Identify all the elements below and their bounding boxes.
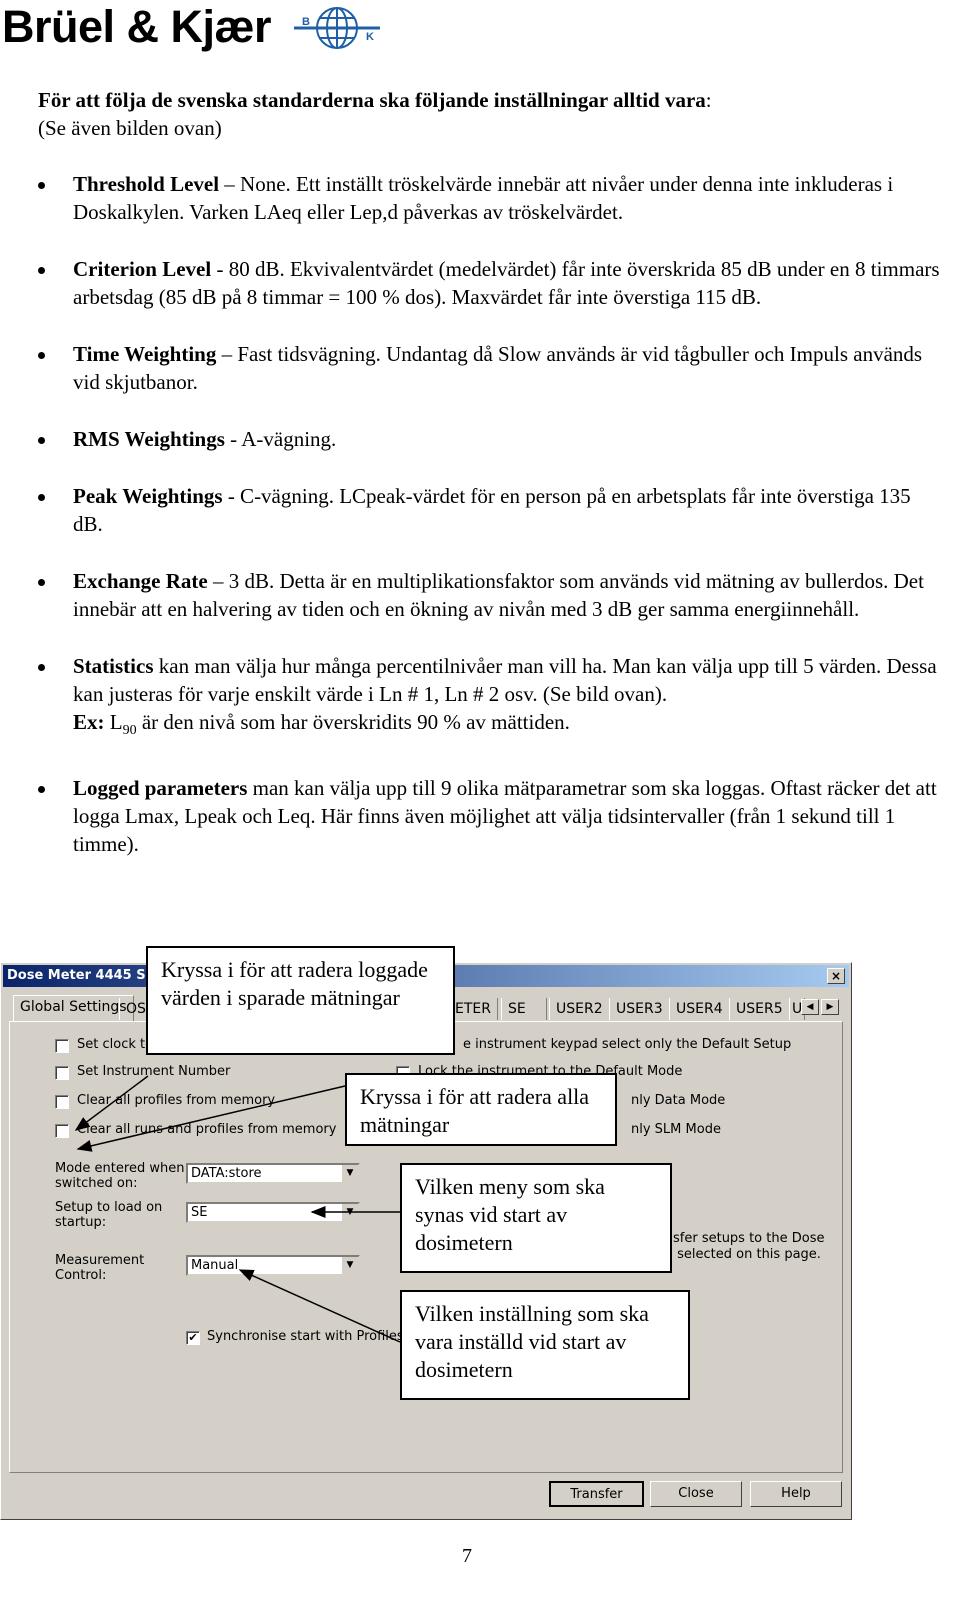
arrow-startup-setting (238, 1269, 401, 1343)
callout-arrows (74, 1075, 401, 1343)
arrow-clear-logged (74, 1075, 149, 1131)
arrow-clear-all (76, 1085, 346, 1152)
